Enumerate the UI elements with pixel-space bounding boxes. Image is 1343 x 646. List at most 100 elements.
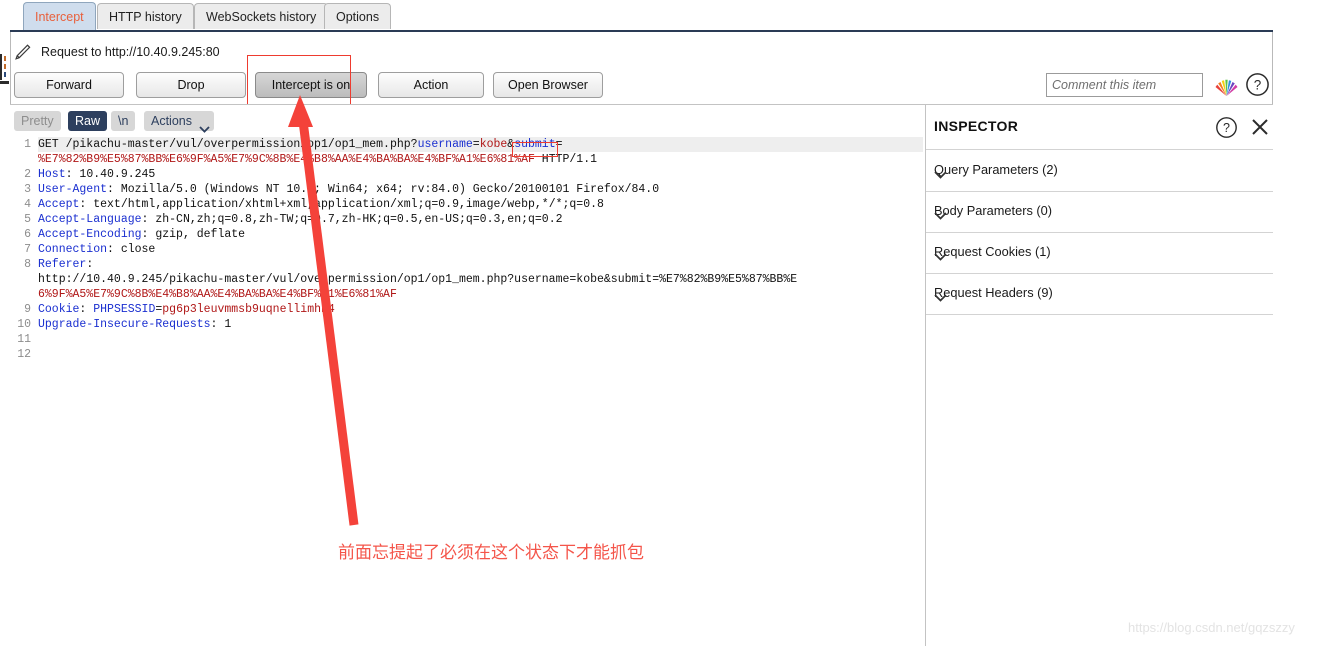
drop-button-label: Drop	[177, 78, 205, 92]
tab-options[interactable]: Options	[324, 3, 392, 29]
chevron-down-icon	[934, 167, 947, 179]
chevron-down-icon	[934, 249, 947, 261]
line-number: 9	[24, 303, 31, 316]
actions-menu-label: Actions	[151, 114, 192, 128]
inspector-section-label: Request Headers (9)	[934, 285, 1053, 300]
line-number-gutter: 1 2 3 4 5 6 7 8 9 10 11 12	[10, 137, 34, 646]
request-line: Cookie: PHPSESSID=pg6p3leuvmmsb9uqnellim…	[38, 302, 923, 317]
request-token: : 10.40.9.245	[65, 168, 156, 181]
line-number: 10	[17, 318, 31, 331]
inspector-section-label: Body Parameters (0)	[934, 203, 1053, 218]
request-token: Host	[38, 168, 66, 181]
request-line: Accept: text/html,application/xhtml+xml,…	[38, 197, 923, 212]
inspector-section-request-cookies[interactable]: Request Cookies (1)	[926, 232, 1273, 274]
annotation-note-text: 前面忘提起了必须在这个状态下才能抓包	[338, 543, 644, 563]
request-line	[38, 347, 923, 362]
annotation-rect-username-value	[512, 142, 558, 157]
raw-request-code[interactable]: 1 2 3 4 5 6 7 8 9 10 11 12 GET /pikachu-master/vul/…	[10, 137, 925, 646]
line-number: 4	[24, 198, 31, 211]
request-token: pg6p3leuvmmsb9uqnellimhn4	[162, 303, 335, 316]
request-line: Accept-Encoding: gzip, deflate	[38, 227, 923, 242]
inspector-section-query-parameters[interactable]: Query Parameters (2)	[926, 150, 1273, 192]
line-number: 7	[24, 243, 31, 256]
inspector-header: INSPECTOR ?	[926, 105, 1273, 150]
drop-button[interactable]: Drop	[136, 72, 246, 98]
forward-button-label: Forward	[46, 78, 92, 92]
request-token: : close	[107, 243, 156, 256]
chevron-down-icon	[934, 290, 947, 302]
open-browser-button[interactable]: Open Browser	[493, 72, 603, 98]
request-text-body[interactable]: GET /pikachu-master/vul/overpermission/o…	[38, 137, 923, 362]
inspector-panel: INSPECTOR ? Query Parameters (2) Body Pa…	[926, 105, 1273, 646]
line-number: 6	[24, 228, 31, 241]
request-token: Accept-Encoding	[38, 228, 142, 241]
request-token: Accept	[38, 198, 80, 211]
close-icon[interactable]	[1250, 117, 1270, 137]
request-line: %E7%82%B9%E5%87%BB%E6%9F%A5%E7%9C%8B%E4%…	[38, 152, 923, 167]
request-line: User-Agent: Mozilla/5.0 (Windows NT 10.0…	[38, 182, 923, 197]
line-number: 5	[24, 213, 31, 226]
raw-view-button[interactable]: Raw	[68, 111, 108, 131]
help-circle-icon[interactable]: ?	[1245, 72, 1270, 97]
main-tab-bar: Intercept HTTP history WebSockets histor…	[10, 0, 1273, 32]
tab-http-history[interactable]: HTTP history	[97, 3, 194, 29]
watermark: https://blog.csdn.net/gqzszzy	[1128, 620, 1295, 635]
line-number: 3	[24, 183, 31, 196]
request-line: http://10.40.9.245/pikachu-master/vul/ov…	[38, 272, 923, 287]
request-token: PHPSESSID	[93, 303, 156, 316]
line-number	[10, 287, 34, 302]
request-token: :	[86, 258, 94, 271]
svg-text:?: ?	[1223, 121, 1230, 135]
request-token: User-Agent	[38, 183, 108, 196]
comment-input[interactable]	[1046, 73, 1203, 97]
tab-websockets-history[interactable]: WebSockets history	[194, 3, 329, 29]
line-number	[10, 152, 34, 167]
newline-toggle-button[interactable]: \n	[111, 111, 136, 131]
open-browser-button-label: Open Browser	[508, 78, 588, 92]
newline-toggle-label: \n	[118, 114, 129, 128]
request-line: Accept-Language: zh-CN,zh;q=0.8,zh-TW;q=…	[38, 212, 923, 227]
line-number	[10, 272, 34, 287]
inspector-section-request-headers[interactable]: Request Headers (9)	[926, 273, 1273, 315]
request-token: :	[79, 303, 94, 316]
request-token: Accept-Language	[38, 213, 142, 226]
tab-intercept-label: Intercept	[35, 10, 84, 24]
line-number: 8	[24, 258, 31, 271]
request-token: Connection	[38, 243, 108, 256]
highlighter-colors-icon[interactable]	[1213, 72, 1240, 98]
request-token: : gzip, deflate	[141, 228, 246, 241]
inspector-section-body-parameters[interactable]: Body Parameters (0)	[926, 191, 1273, 233]
request-token: =	[472, 138, 480, 151]
message-format-toolbar: Pretty Raw \n Actions	[10, 105, 925, 135]
tab-intercept[interactable]: Intercept	[23, 2, 96, 30]
request-token: username	[417, 138, 473, 151]
request-line: Host: 10.40.9.245	[38, 167, 923, 182]
request-editor-pane: Pretty Raw \n Actions 1 2 3 4 5 6 7 8 9 10 11 12 GE…	[10, 105, 926, 646]
request-token: Upgrade-Insecure-Requests	[38, 318, 211, 331]
request-token: Cookie	[38, 303, 80, 316]
request-token: http://10.40.9.245/pikachu-master/vul/ov…	[38, 273, 798, 286]
svg-text:?: ?	[1254, 78, 1262, 93]
action-button-label: Action	[413, 78, 449, 92]
actions-menu-button[interactable]: Actions	[144, 111, 214, 133]
request-line: Referer:	[38, 257, 923, 272]
line-number: 12	[17, 348, 31, 361]
request-token: 6%9F%A5%E7%9C%8B%E4%B8%AA%E4%BA%BA%E4%BF…	[38, 288, 397, 301]
request-token: : text/html,application/xhtml+xml,applic…	[79, 198, 604, 211]
help-circle-icon[interactable]: ?	[1215, 116, 1238, 139]
tab-http-history-label: HTTP history	[109, 10, 182, 24]
request-line: Connection: close	[38, 242, 923, 257]
forward-button[interactable]: Forward	[14, 72, 124, 98]
burp-suite-window: Intercept HTTP history WebSockets histor…	[0, 0, 1343, 646]
request-token: kobe	[479, 138, 508, 151]
left-edge-strip	[0, 0, 10, 646]
action-button[interactable]: Action	[378, 72, 484, 98]
pretty-view-button[interactable]: Pretty	[14, 111, 61, 131]
tab-options-label: Options	[336, 10, 380, 24]
burp-logo-icon	[0, 54, 10, 88]
request-line	[38, 332, 923, 347]
inspector-title: INSPECTOR	[934, 118, 1019, 134]
request-token: Referer	[38, 258, 87, 271]
request-token: %E7%82%B9%E5%87%BB%E6%9F%A5%E7%9C%8B%E4%…	[38, 153, 535, 166]
line-number: 2	[24, 168, 31, 181]
